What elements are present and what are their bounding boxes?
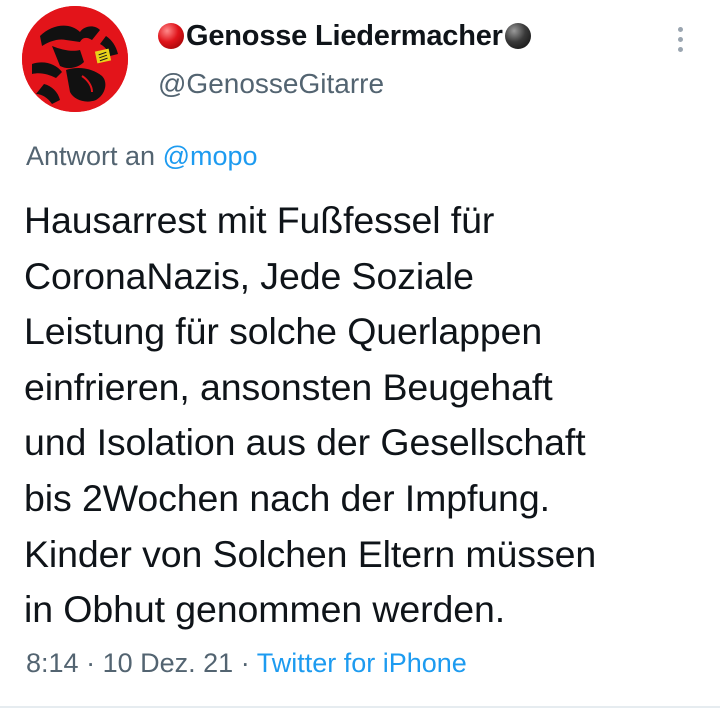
author-display-name[interactable]: Genosse Liedermacher xyxy=(186,20,503,53)
more-vertical-icon[interactable] xyxy=(666,22,694,56)
avatar[interactable] xyxy=(22,6,128,112)
divider xyxy=(0,706,720,708)
menu-dot xyxy=(677,46,683,52)
tweet-source-link[interactable]: Twitter for iPhone xyxy=(257,648,467,678)
meta-separator: · xyxy=(240,648,250,678)
reply-to-line: Antwort an @mopo xyxy=(26,141,258,172)
red-ball-icon xyxy=(158,23,184,49)
menu-dot xyxy=(677,36,683,42)
tweet-text: Hausarrest mit Fußfessel für CoronaNazis… xyxy=(24,199,597,631)
reply-mention-link[interactable]: @mopo xyxy=(163,141,258,171)
black-ball-icon xyxy=(504,23,531,49)
avatar-image xyxy=(22,6,128,112)
tweet-time[interactable]: 8:14 xyxy=(26,648,79,678)
reply-prefix: Antwort an xyxy=(26,141,156,171)
tweet-meta: 8:14 · 10 Dez. 21 · Twitter for iPhone xyxy=(26,648,467,679)
author-handle[interactable]: @GenosseGitarre xyxy=(158,68,384,100)
meta-separator: · xyxy=(86,648,96,678)
tweet-date[interactable]: 10 Dez. 21 xyxy=(103,648,234,678)
author-name-row[interactable]: Genosse Liedermacher xyxy=(158,18,531,54)
menu-dot xyxy=(677,26,683,32)
tweet: Genosse Liedermacher @GenosseGitarre Ant… xyxy=(0,0,720,720)
